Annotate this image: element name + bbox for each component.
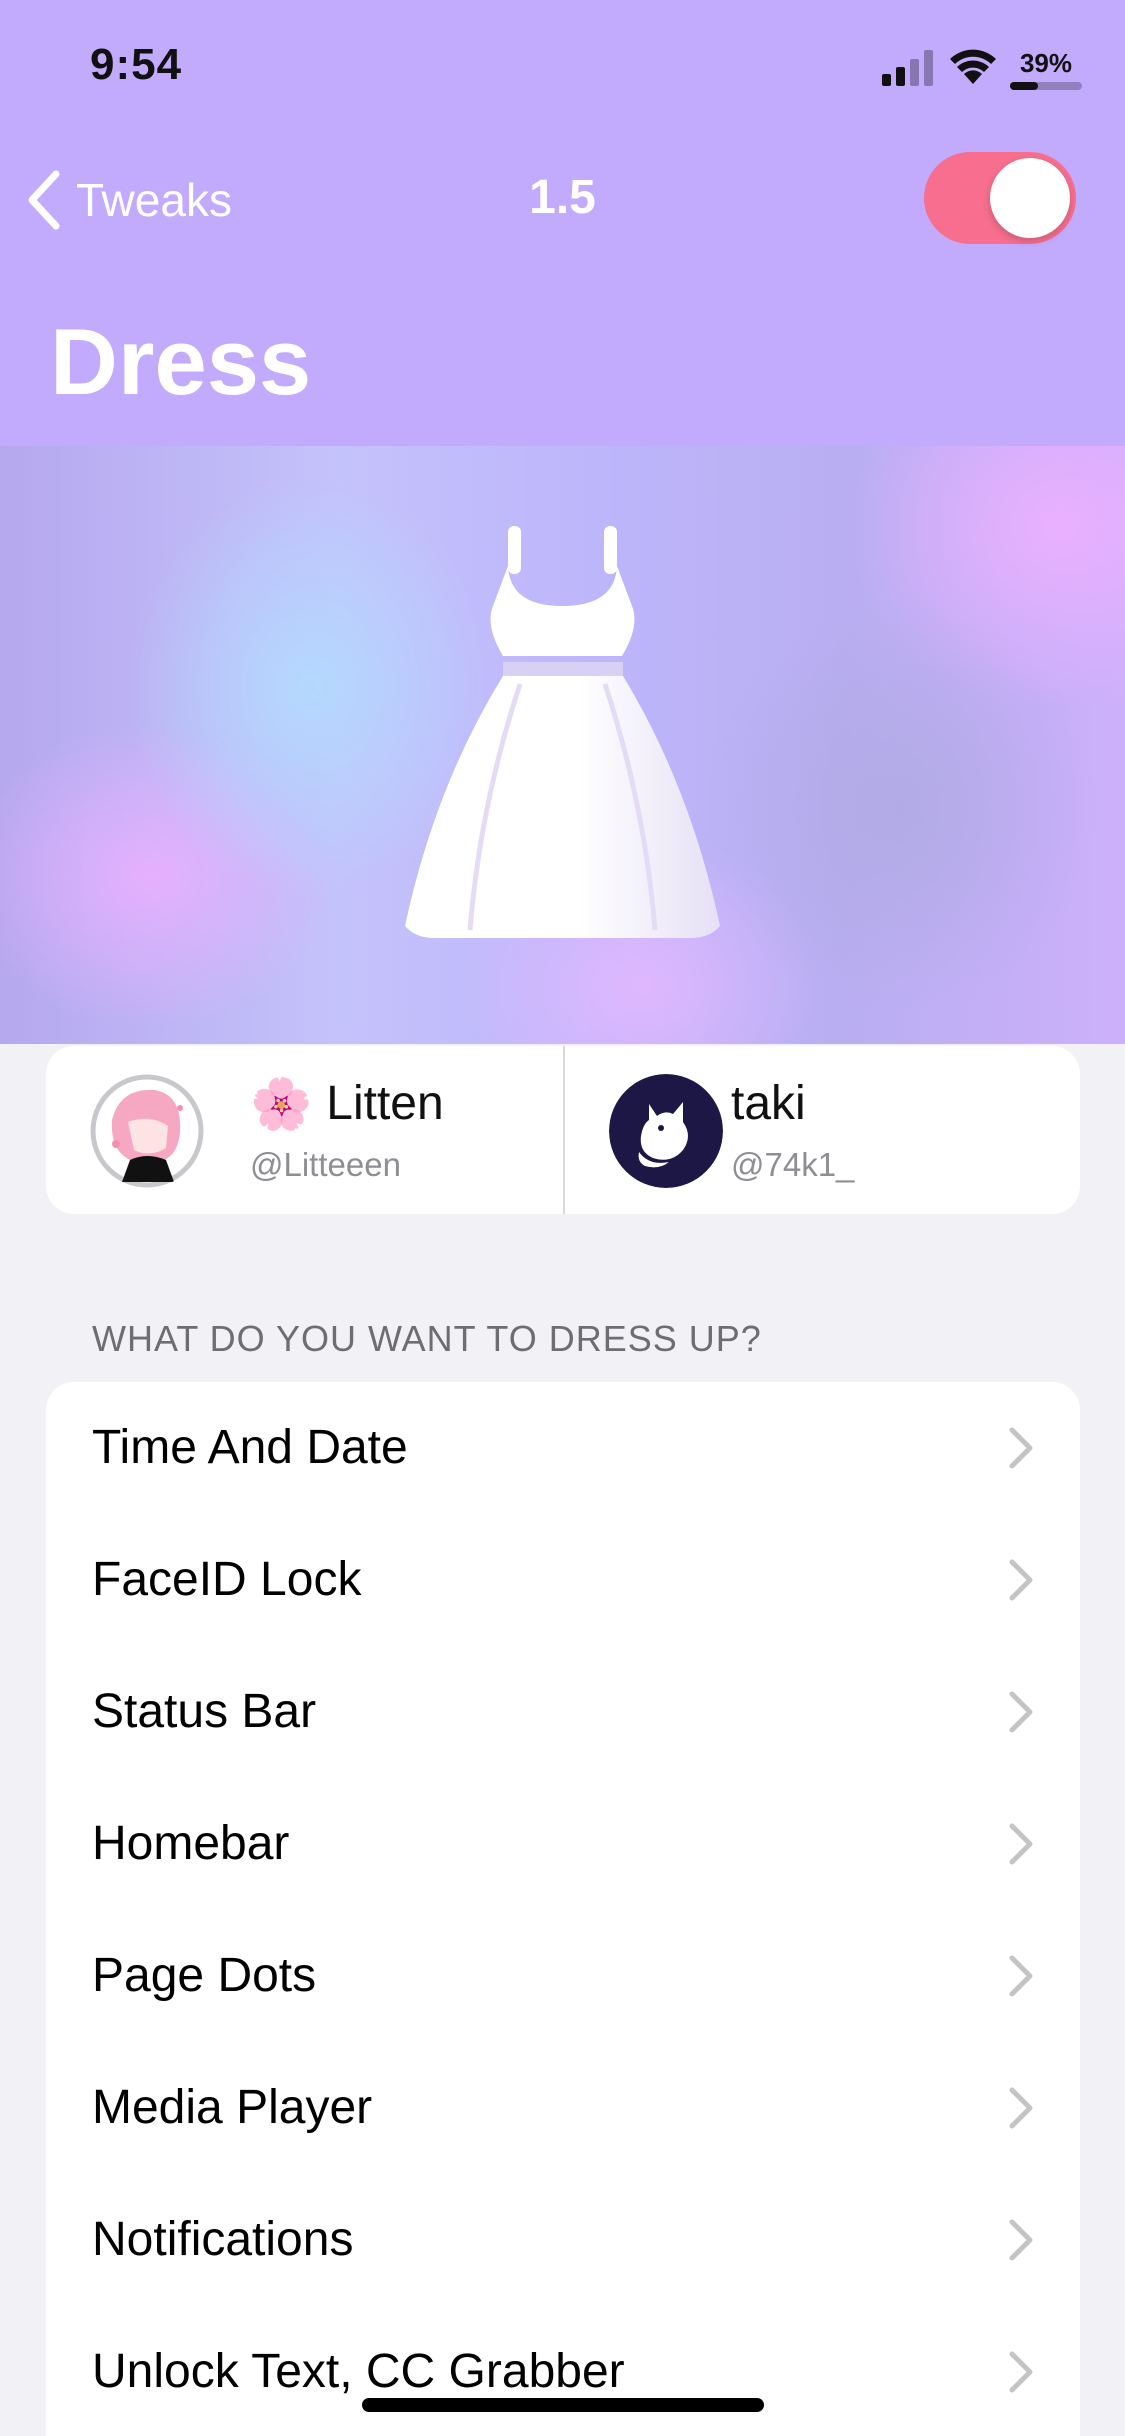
chevron-right-icon (1009, 1955, 1033, 1997)
list-item-label: Page Dots (92, 1949, 317, 2002)
author-litten[interactable]: 🌸 Litten @Litteeen (46, 1046, 563, 1214)
list-item-status-bar[interactable]: Status Bar (46, 1646, 1080, 1778)
list-item-label: Unlock Text, CC Grabber (92, 2345, 625, 2398)
list-item-label: FaceID Lock (92, 1553, 362, 1606)
chevron-right-icon (1009, 2087, 1033, 2129)
dress-icon (405, 526, 720, 938)
list-item-label: Homebar (92, 1817, 290, 1870)
chevron-right-icon (1009, 1559, 1033, 1601)
section-header: WHAT DO YOU WANT TO DRESS UP? (92, 1318, 762, 1359)
list-item-label: Time And Date (92, 1421, 408, 1474)
status-time: 9:54 (90, 40, 183, 89)
battery-fill (1010, 82, 1039, 90)
cherry-blossom-icon: 🌸 (250, 1075, 313, 1132)
chevron-right-icon (1009, 1427, 1033, 1469)
cellular-signal-icon (882, 50, 933, 86)
back-button-label: Tweaks (76, 174, 232, 226)
list-item-time-and-date[interactable]: Time And Date (46, 1382, 1080, 1514)
back-button[interactable]: Tweaks (22, 160, 232, 240)
author-handle-litten: @Litteeen (250, 1146, 401, 1183)
avatar-litten (90, 1074, 204, 1188)
author-taki[interactable]: taki @74k1_ (563, 1046, 1080, 1214)
author-name-taki: taki (731, 1077, 806, 1130)
navigation-header: 9:54 39% Tweaks 1.5 Dress (0, 0, 1125, 446)
battery-track (1010, 82, 1082, 90)
list-item-label: Notifications (92, 2213, 354, 2266)
list-item-page-dots[interactable]: Page Dots (46, 1910, 1080, 2042)
avatar-taki-image (609, 1074, 723, 1188)
author-name-text: Litten (326, 1077, 444, 1130)
chevron-left-icon (28, 170, 60, 230)
avatar-litten-image (90, 1074, 204, 1188)
header-banner (0, 446, 1125, 1044)
list-item-media-player[interactable]: Media Player (46, 2042, 1080, 2174)
avatar-taki (609, 1074, 723, 1188)
list-item-faceid-lock[interactable]: FaceID Lock (46, 1514, 1080, 1646)
dress-options-list: Time And Date FaceID Lock Status Bar Hom… (46, 1382, 1080, 2436)
author-handle-taki: @74k1_ (731, 1146, 855, 1183)
version-label: 1.5 (529, 171, 596, 224)
list-item-unlock-text-cc-grabber[interactable]: Unlock Text, CC Grabber (46, 2306, 1080, 2436)
authors-card: 🌸 Litten @Litteeen taki @74k1_ (46, 1046, 1080, 1214)
battery-percent: 39% (1019, 48, 1073, 78)
wifi-icon (950, 49, 996, 84)
list-item-homebar[interactable]: Homebar (46, 1778, 1080, 1910)
toggle-knob (990, 158, 1070, 238)
battery-indicator: 39% (1008, 48, 1084, 92)
list-item-notifications[interactable]: Notifications (46, 2174, 1080, 2306)
page-title: Dress (50, 309, 312, 414)
author-name-litten: 🌸 Litten (250, 1076, 444, 1131)
list-item-label: Status Bar (92, 1685, 317, 1738)
enable-toggle[interactable] (924, 152, 1076, 244)
home-indicator[interactable] (362, 2398, 764, 2412)
chevron-right-icon (1009, 1823, 1033, 1865)
chevron-right-icon (1009, 1691, 1033, 1733)
list-item-label: Media Player (92, 2081, 373, 2134)
chevron-right-icon (1009, 2219, 1033, 2261)
chevron-right-icon (1009, 2351, 1033, 2393)
